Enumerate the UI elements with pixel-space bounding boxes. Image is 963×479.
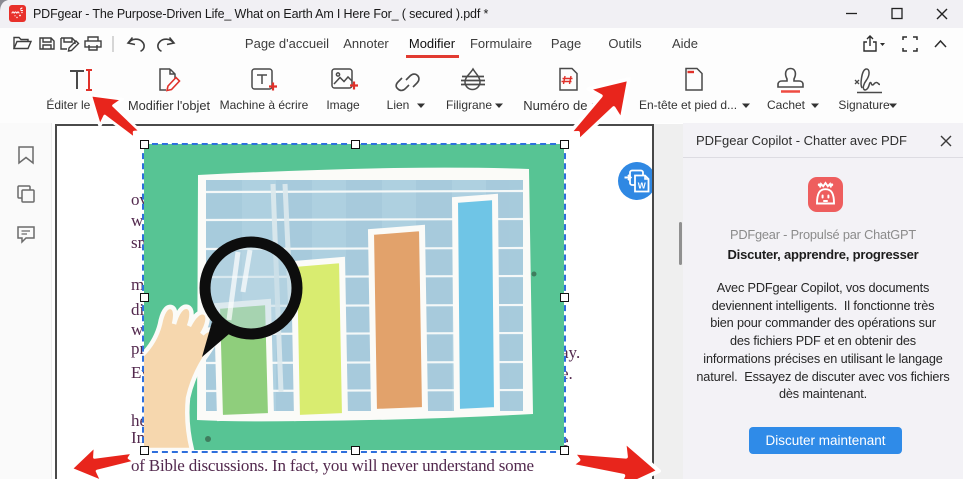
svg-text:W: W [638, 181, 647, 191]
